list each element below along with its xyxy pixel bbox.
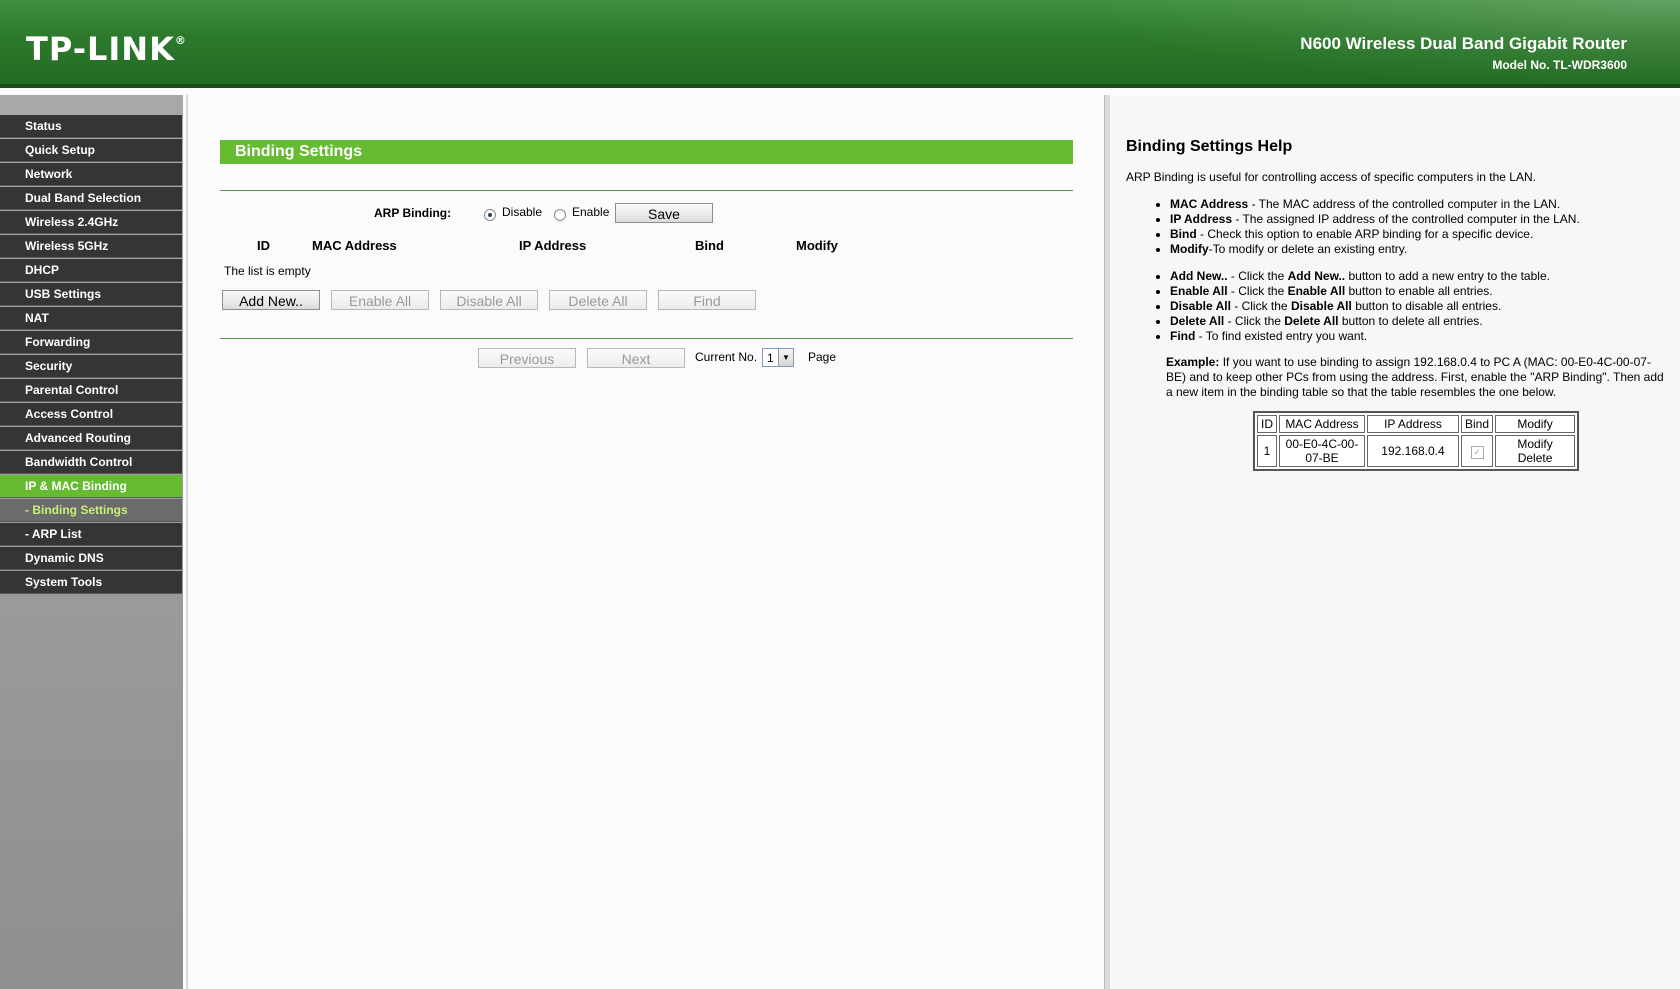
list-item: Find - To find existed entry you want. [1170,329,1680,344]
table-header-cell: IP Address [1367,415,1459,433]
list-item: Enable All - Click the Enable All button… [1170,284,1680,299]
page-title: Binding Settings [220,140,1073,164]
list-item: MAC Address - The MAC address of the con… [1170,197,1680,212]
page-number-value: 1 [767,351,774,365]
help-intro: ARP Binding is useful for controlling ac… [1126,170,1536,184]
column-header-mac: MAC Address [312,238,397,253]
table-header-cell: MAC Address [1279,415,1365,433]
help-title: Binding Settings Help [1126,138,1293,155]
sidebar-item-quick-setup[interactable]: Quick Setup [0,139,182,162]
list-item: Modify-To modify or delete an existing e… [1170,242,1680,257]
disable-all-button[interactable]: Disable All [440,290,538,310]
table-header-cell: Bind [1461,415,1494,433]
tp-link-logo: TP-LINK® [26,30,187,68]
list-item: Add New.. - Click the Add New.. button t… [1170,269,1680,284]
save-button[interactable]: Save [615,203,713,223]
help-panel: Binding Settings Help ARP Binding is use… [1110,95,1680,989]
sidebar-item-network[interactable]: Network [0,163,182,186]
sidebar-item-dual-band-selection[interactable]: Dual Band Selection [0,187,182,210]
divider-top [220,190,1073,191]
column-header-bind: Bind [695,238,724,253]
table-header-row: ID MAC Address IP Address Bind Modify [1257,415,1576,433]
find-button[interactable]: Find [658,290,756,310]
sidebar-item-status[interactable]: Status [0,115,182,138]
next-button[interactable]: Next [587,348,685,368]
table-cell-id: 1 [1257,435,1277,467]
sidebar-item-wireless-24ghz[interactable]: Wireless 2.4GHz [0,211,182,234]
sidebar-item-security[interactable]: Security [0,355,182,378]
sidebar-item-ip-mac-binding[interactable]: IP & MAC Binding [0,475,182,498]
delete-all-button[interactable]: Delete All [549,290,647,310]
sidebar-item-parental-control[interactable]: Parental Control [0,379,182,402]
column-header-id: ID [257,238,270,253]
sidebar-item-nat[interactable]: NAT [0,307,182,330]
previous-button[interactable]: Previous [478,348,576,368]
product-name: N600 Wireless Dual Band Gigabit Router [1300,34,1627,53]
sidebar-item-dynamic-dns[interactable]: Dynamic DNS [0,547,182,570]
table-cell-modify: Modify Delete [1495,435,1576,467]
arp-enable-label: Enable [572,205,610,219]
empty-list-message: The list is empty [224,264,311,278]
help-button-list: Add New.. - Click the Add New.. button t… [1150,269,1680,344]
sidebar-item-access-control[interactable]: Access Control [0,403,182,426]
checkmark-icon: ✓ [1470,445,1484,459]
frame-divider-left [186,95,188,989]
arp-disable-radio[interactable] [484,209,496,221]
header-banner: TP-LINK® N600 Wireless Dual Band Gigabit… [0,0,1680,88]
column-header-ip: IP Address [519,238,587,253]
page-label: Page [808,350,837,364]
table-cell-mac: 00-E0-4C-00-07-BE [1279,435,1365,467]
add-new-button[interactable]: Add New.. [222,290,320,310]
chevron-down-icon: ▼ [778,349,793,366]
column-header-modify: Modify [796,238,838,253]
sidebar-item-wireless-5ghz[interactable]: Wireless 5GHz [0,235,182,258]
header-divider [0,84,1680,88]
sidebar-subitem-binding-settings[interactable]: - Binding Settings [0,499,182,522]
sidebar-item-usb-settings[interactable]: USB Settings [0,283,182,306]
list-item: Delete All - Click the Delete All button… [1170,314,1680,329]
example-table: ID MAC Address IP Address Bind Modify 1 … [1253,411,1580,471]
sidebar-item-dhcp[interactable]: DHCP [0,259,182,282]
sidebar: Status Quick Setup Network Dual Band Sel… [0,95,183,989]
list-item: IP Address - The assigned IP address of … [1170,212,1680,227]
enable-all-button[interactable]: Enable All [331,290,429,310]
table-header-cell: ID [1257,415,1277,433]
arp-disable-label: Disable [502,205,543,219]
current-no-label: Current No. [695,350,758,364]
sidebar-item-system-tools[interactable]: System Tools [0,571,182,594]
divider-bottom [220,338,1073,339]
table-row: 1 00-E0-4C-00-07-BE 192.168.0.4 ✓ Modify… [1257,435,1576,467]
model-number: Model No. TL-WDR3600 [1492,58,1627,72]
help-example: Example: If you want to use binding to a… [1166,355,1664,399]
page-number-select[interactable]: 1 ▼ [762,348,794,367]
list-item: Disable All - Click the Disable All butt… [1170,299,1680,314]
list-item: Bind - Check this option to enable ARP b… [1170,227,1680,242]
help-field-list: MAC Address - The MAC address of the con… [1150,197,1680,257]
sidebar-item-forwarding[interactable]: Forwarding [0,331,182,354]
sidebar-item-bandwidth-control[interactable]: Bandwidth Control [0,451,182,474]
table-header-cell: Modify [1495,415,1576,433]
table-cell-bind: ✓ [1461,435,1494,467]
arp-enable-radio[interactable] [554,209,566,221]
arp-binding-label: ARP Binding: [374,206,452,220]
sidebar-item-advanced-routing[interactable]: Advanced Routing [0,427,182,450]
table-cell-ip: 192.168.0.4 [1367,435,1459,467]
sidebar-menu: Status Quick Setup Network Dual Band Sel… [0,115,182,595]
sidebar-subitem-arp-list[interactable]: - ARP List [0,523,182,546]
